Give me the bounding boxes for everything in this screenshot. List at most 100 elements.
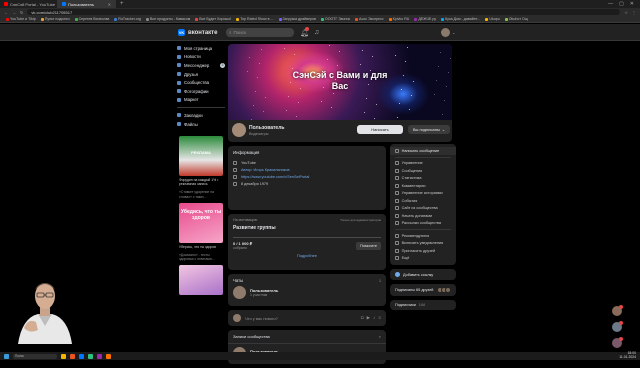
menu-item[interactable]: Комментарии <box>390 182 456 190</box>
close-icon[interactable]: ✕ <box>108 2 111 7</box>
taskbar-search[interactable]: Поиск <box>13 353 57 359</box>
menu-item[interactable]: Статистика <box>390 175 456 183</box>
avatar <box>233 314 241 322</box>
chat-bubble-icon[interactable] <box>612 337 623 348</box>
start-icon[interactable] <box>4 353 9 359</box>
folder-icon[interactable] <box>61 353 66 359</box>
message-button[interactable]: Написать <box>357 125 403 134</box>
menu-item[interactable]: Пригласить друзей <box>390 247 456 255</box>
forward-icon[interactable]: → <box>12 10 16 15</box>
chevron-down-icon[interactable]: ⌄ <box>452 30 455 35</box>
menu-item[interactable]: Ещё <box>390 255 456 263</box>
sidebar-item-1[interactable]: Новости <box>177 53 225 62</box>
url-input[interactable]: vk.com/club211705517 <box>27 9 621 15</box>
music-icon[interactable]: ♫ <box>314 29 319 36</box>
close-window-icon[interactable]: ✕ <box>630 1 634 7</box>
group-avatar[interactable] <box>232 123 246 137</box>
menu-item[interactable]: События <box>390 197 456 205</box>
browser-icon[interactable] <box>70 353 75 359</box>
tab-posts[interactable]: Записи сообщества <box>233 334 270 339</box>
photo-icon[interactable]: ◘ <box>361 315 364 321</box>
star-dot <box>438 66 439 67</box>
star-icon[interactable]: ☆ <box>624 10 628 15</box>
search-icon[interactable]: ⌕ <box>379 334 381 339</box>
minimize-icon[interactable]: — <box>608 1 613 7</box>
menu-item[interactable]: Управление <box>390 160 456 168</box>
menu-item[interactable]: Начать донатами <box>390 212 456 220</box>
new-tab-icon[interactable]: + <box>116 1 128 7</box>
article-icon[interactable]: ≡ <box>378 315 381 321</box>
bookmark-item[interactable]: YouTube и Tiktp <box>6 17 36 21</box>
bookmark-item[interactable]: RuTracker.org <box>114 17 141 21</box>
sidebar-item-5[interactable]: Фотографии <box>177 87 225 96</box>
bookmark-item[interactable]: Top Rated Show в ... <box>236 17 274 21</box>
menu-item[interactable]: Включить уведомления <box>390 240 456 248</box>
menu-item-label: Сайт из сообщества <box>401 206 438 211</box>
app-icon[interactable] <box>79 353 84 359</box>
menu-item[interactable]: Управление историями <box>390 190 456 198</box>
ad-image[interactable] <box>179 265 223 296</box>
bookmark-item[interactable]: Асос Экспресс <box>355 17 384 21</box>
browser-tab-youtube[interactable]: СэнСэй Portal - YouTube ✕ <box>0 0 58 8</box>
browser-tab-vk[interactable]: Пользователь ✕ <box>58 0 116 8</box>
bookmark-item[interactable]: ДЕЖЧЕ.ру <box>414 17 436 21</box>
search-input[interactable]: ⌕ Поиск <box>226 28 294 37</box>
bookmark-item[interactable]: Загрузка драйверов <box>278 17 316 21</box>
menu-item[interactable]: Рекомендуются <box>390 232 456 240</box>
more-link[interactable]: Подробнее <box>228 250 386 262</box>
menu-item[interactable]: Сайт из сообщества <box>390 205 456 213</box>
new-post-input[interactable]: Что у вас нового? ◘ ▶ ♪ ≡ <box>228 310 386 326</box>
ad-caption[interactable]: Форудин на каждый 1% • рекламная запись <box>179 178 223 186</box>
app-icon[interactable] <box>106 353 111 359</box>
back-icon[interactable]: ← <box>4 10 8 15</box>
extensions-icon[interactable]: ⋮ <box>632 10 636 15</box>
sidebar-item-extra-1[interactable]: Файлы <box>177 120 225 129</box>
chat-bubble-icon[interactable] <box>612 321 623 332</box>
bookmark-item[interactable]: Все продукты - Кавасом <box>145 17 190 21</box>
bookmark-item[interactable]: Сергеев Вячеслав <box>74 17 109 21</box>
bookmark-item[interactable]: Пульт подключ <box>40 17 70 21</box>
bookmark-item[interactable]: Kyivko RU <box>388 17 409 21</box>
support-button[interactable]: Помогите <box>356 241 381 250</box>
bookmark-item[interactable]: ОООТГ Звонок <box>320 17 350 21</box>
bookmark-item[interactable]: Кука Дом - давайте... <box>441 17 480 21</box>
ad-caption[interactable]: Уберись, что ты здоров <box>179 245 223 249</box>
info-text[interactable]: Автор: Игорь Красильников <box>241 168 289 172</box>
group-name: Пользователь <box>249 125 285 131</box>
bookmark-label: Кука Дом - давайте... <box>445 17 481 21</box>
ad-image[interactable]: Убедись, что ты здоров <box>179 202 223 243</box>
star-dot <box>440 52 441 53</box>
info-text[interactable]: https://www.youtube.com/c/SenSeiPortal <box>241 175 309 179</box>
sidebar-item-extra-0[interactable]: Закладки <box>177 111 225 120</box>
menu-item[interactable]: Сообщения <box>390 167 456 175</box>
bookmark-item[interactable]: Ukupu <box>485 17 500 21</box>
chat-item[interactable]: Пользователь 1 участник <box>228 283 386 302</box>
taskbar-clock[interactable]: 18:00 11.01.2024 <box>619 351 636 360</box>
video-icon[interactable]: ▶ <box>367 315 370 321</box>
bookmark-favicon-icon <box>504 17 508 21</box>
avatar[interactable] <box>441 28 450 37</box>
vk-logo[interactable]: VK вконтакте <box>178 29 217 36</box>
menu-item[interactable]: Рассылки сообщества <box>390 220 456 228</box>
music-icon[interactable]: ♪ <box>373 315 375 321</box>
sidebar-item-4[interactable]: Сообщества <box>177 78 225 87</box>
sidebar-item-3[interactable]: Друзья <box>177 70 225 79</box>
sidebar-item-2[interactable]: Мессенджер 3 <box>177 61 225 70</box>
app-icon[interactable] <box>97 353 102 359</box>
chat-bubble-icon[interactable] <box>612 305 623 316</box>
subscribed-button[interactable]: Вы подписаны ⌄ <box>408 125 450 134</box>
app-icon[interactable] <box>88 353 93 359</box>
menu-item-icon <box>395 148 399 153</box>
menu-item[interactable]: Написать сообщение <box>390 147 456 155</box>
friends-subscribed-row[interactable]: Подписаны 65 друзей <box>390 284 456 296</box>
ad-image[interactable]: РЕКЛАМА <box>179 136 223 176</box>
sidebar-item-6[interactable]: Маркет <box>177 96 225 105</box>
bookmark-item[interactable]: Все Будет Хорошо! <box>195 17 231 21</box>
add-link-row[interactable]: Добавить ссылку <box>390 269 456 280</box>
maximize-icon[interactable]: ▢ <box>619 1 624 7</box>
sidebar-item-0[interactable]: Моя страница <box>177 44 225 53</box>
sidebar-item-label: Мессенджер <box>184 62 210 68</box>
reload-icon[interactable]: ↻ <box>20 10 23 15</box>
bookmark-item[interactable]: Оkuhoт Ощ <box>504 17 528 21</box>
subscribers-row[interactable]: Подписчики 144 <box>390 300 456 310</box>
